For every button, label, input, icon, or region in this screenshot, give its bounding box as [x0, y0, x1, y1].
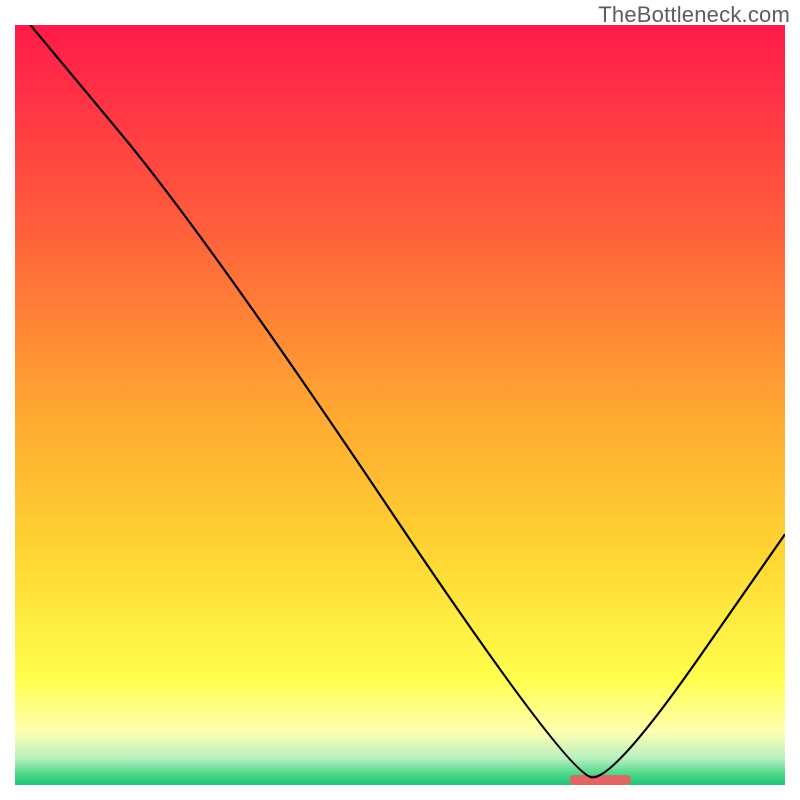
chart-stage: TheBottleneck.com line bottleneck-curve [0, 0, 800, 800]
plot-svg: line bottleneck-curve [15, 25, 785, 785]
gradient-background [15, 25, 785, 785]
optimal-range-marker [569, 775, 631, 785]
bottleneck-plot: line bottleneck-curve [15, 25, 785, 785]
